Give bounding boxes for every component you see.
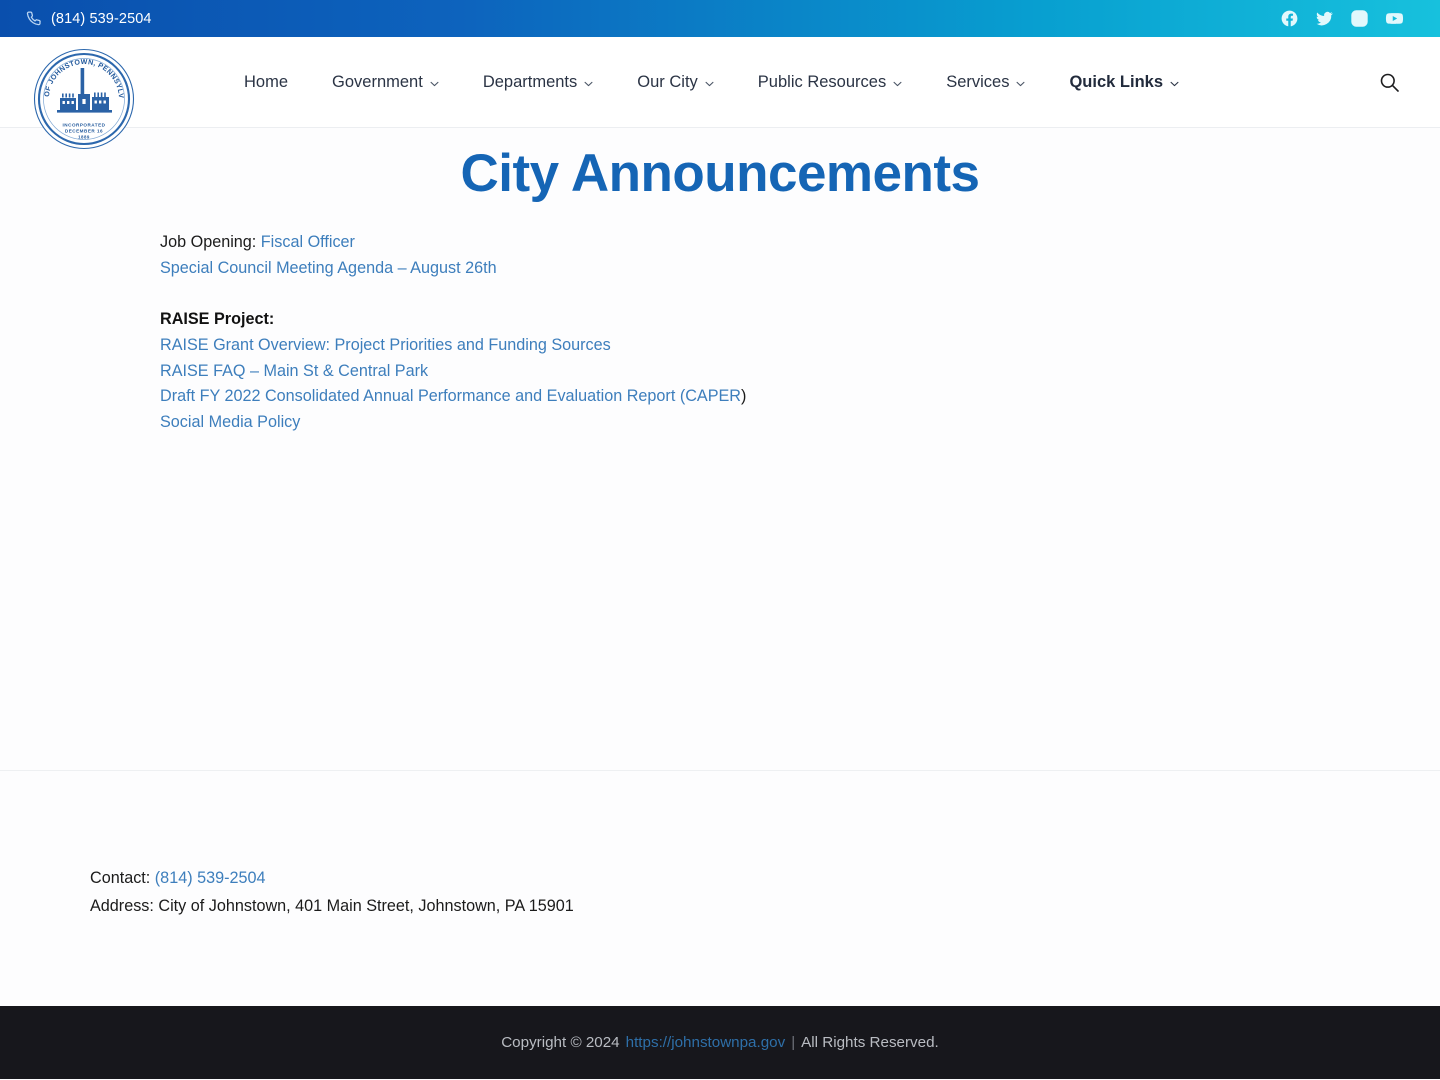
nav-item-label: Services <box>946 72 1010 91</box>
nav-item-label: Quick Links <box>1069 72 1163 91</box>
announcement-row: Job Opening: Fiscal Officer <box>160 230 1440 256</box>
announcement-row: RAISE Grant Overview: Project Priorities… <box>160 333 1440 359</box>
search-icon <box>1379 72 1400 93</box>
topbar-contact: (814) 539-2504 <box>26 11 152 27</box>
footer-address-label: Address: <box>90 897 154 915</box>
copyright-bar: Copyright © 2024 https://johnstownpa.gov… <box>0 1006 1440 1079</box>
footer-top: Contact: (814) 539-2504 Address: City of… <box>0 770 1440 1006</box>
main-navigation: Home Government Departments Our City Pub… <box>244 74 1179 91</box>
raise-project-heading: RAISE Project: <box>160 307 1440 333</box>
facebook-icon[interactable] <box>1280 9 1299 28</box>
page-title: City Announcements <box>460 144 980 203</box>
copyright-suffix: All Rights Reserved. <box>801 1034 939 1051</box>
nav-item-our-city[interactable]: Our City <box>637 74 736 91</box>
site-header: CITY OF JOHNSTOWN, PENNSYLVANIA <box>0 37 1440 150</box>
twitter-icon[interactable] <box>1315 9 1334 28</box>
footer-address-line: Address: City of Johnstown, 401 Main Str… <box>90 892 574 920</box>
search-button[interactable] <box>1376 69 1402 95</box>
copyright-text: Copyright © 2024 https://johnstownpa.gov… <box>501 1034 939 1051</box>
announcement-row: RAISE FAQ – Main St & Central Park <box>160 359 1440 385</box>
youtube-icon[interactable] <box>1385 9 1404 28</box>
announcement-row: Special Council Meeting Agenda – August … <box>160 256 1440 282</box>
svg-text:INCORPORATED: INCORPORATED <box>63 123 106 128</box>
announcement-row: Social Media Policy <box>160 410 1440 436</box>
copyright-site-link[interactable]: https://johnstownpa.gov <box>626 1034 786 1051</box>
footer-contact-line: Contact: (814) 539-2504 <box>90 864 574 892</box>
announcement-suffix: ) <box>740 387 747 406</box>
svg-text:DECEMBER 16: DECEMBER 16 <box>65 129 103 134</box>
raise-project-label: RAISE Project: <box>160 309 275 328</box>
announcements-list: Job Opening: Fiscal Officer Special Coun… <box>0 203 1440 436</box>
nav-item-label: Public Resources <box>757 72 887 91</box>
announcement-link-raise-faq[interactable]: RAISE FAQ – Main St & Central Park <box>160 362 428 380</box>
chevron-down-icon <box>1016 81 1025 87</box>
chevron-down-icon <box>584 81 593 87</box>
announcement-link-special-council-meeting[interactable]: Special Council Meeting Agenda – August … <box>160 259 497 277</box>
city-seal-logo[interactable]: CITY OF JOHNSTOWN, PENNSYLVANIA <box>33 48 135 150</box>
svg-text:1889: 1889 <box>78 135 90 140</box>
social-links <box>1280 9 1404 28</box>
footer-address-value: City of Johnstown, 401 Main Street, John… <box>158 897 574 915</box>
announcement-link-social-media-policy[interactable]: Social Media Policy <box>160 413 300 431</box>
phone-icon <box>26 10 42 27</box>
chevron-down-icon <box>893 81 902 87</box>
main-content: City Announcements Job Opening: Fiscal O… <box>0 128 1440 770</box>
announcement-row: Draft FY 2022 Consolidated Annual Perfor… <box>160 384 1440 410</box>
instagram-icon[interactable] <box>1350 9 1369 28</box>
chevron-down-icon <box>1170 81 1179 87</box>
copyright-separator: | <box>791 1034 796 1051</box>
chevron-down-icon <box>705 81 714 87</box>
nav-item-label: Our City <box>637 72 698 91</box>
nav-item-services[interactable]: Services <box>946 74 1047 91</box>
nav-item-label: Government <box>332 72 423 91</box>
nav-item-home[interactable]: Home <box>244 74 310 91</box>
nav-item-label: Home <box>244 72 289 91</box>
nav-item-label: Departments <box>482 72 578 91</box>
footer-contact-label: Contact: <box>90 869 151 887</box>
topbar-phone-number[interactable]: (814) 539-2504 <box>51 11 152 27</box>
nav-item-departments[interactable]: Departments <box>483 74 615 91</box>
nav-item-government[interactable]: Government <box>332 74 461 91</box>
announcement-link-fiscal-officer[interactable]: Fiscal Officer <box>261 233 355 251</box>
nav-item-public-resources[interactable]: Public Resources <box>758 74 924 91</box>
copyright-prefix: Copyright © 2024 <box>501 1034 620 1051</box>
announcement-link-caper-report[interactable]: Draft FY 2022 Consolidated Annual Perfor… <box>160 387 741 405</box>
chevron-down-icon <box>430 81 439 87</box>
announcement-link-raise-grant-overview[interactable]: RAISE Grant Overview: Project Priorities… <box>160 336 611 354</box>
footer-contact-info: Contact: (814) 539-2504 Address: City of… <box>90 864 574 920</box>
announcement-prefix: Job Opening: <box>160 233 257 252</box>
nav-item-quick-links[interactable]: Quick Links <box>1069 74 1179 91</box>
footer-phone-link[interactable]: (814) 539-2504 <box>155 869 266 887</box>
top-utility-bar: (814) 539-2504 <box>0 0 1440 37</box>
